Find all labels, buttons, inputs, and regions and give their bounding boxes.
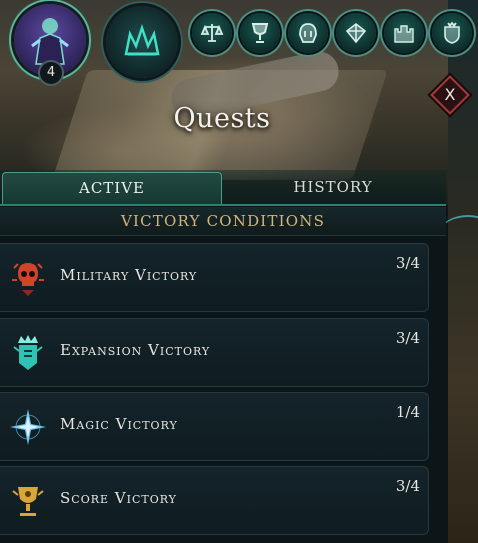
section-header: VICTORY CONDITIONS: [0, 207, 446, 236]
quest-progress: 3/4: [395, 477, 420, 495]
quest-progress: 1/4: [395, 403, 420, 421]
quest-name: Magic Victory: [60, 415, 178, 433]
chalice-icon: [251, 23, 269, 43]
helmet-icon: [299, 23, 317, 43]
quest-name: Expansion Victory: [60, 341, 211, 359]
page-title: Quests: [173, 103, 271, 134]
quest-row-score[interactable]: Score Victory 3/4: [0, 466, 429, 535]
quest-name: Military Victory: [60, 266, 198, 284]
cities-button[interactable]: [384, 13, 424, 53]
faction-emblem[interactable]: [106, 6, 178, 78]
blue-star-icon: [10, 409, 46, 445]
quest-row-expansion[interactable]: Expansion Victory 3/4: [0, 318, 429, 387]
gold-chalice-icon: [12, 487, 44, 516]
red-skull-icon: [12, 263, 44, 296]
teal-crown-banner-icon: [13, 335, 43, 370]
tab-active[interactable]: ACTIVE: [2, 172, 222, 204]
scales-icon: [200, 24, 224, 42]
tab-history[interactable]: HISTORY: [222, 172, 444, 203]
quest-row-military[interactable]: Military Victory 3/4: [0, 243, 429, 312]
level-badge: 4: [38, 60, 64, 86]
diplomacy-button[interactable]: [192, 13, 232, 53]
faction-crown-icon: [124, 24, 160, 56]
quest-row-magic[interactable]: Magic Victory 1/4: [0, 392, 429, 461]
quest-progress: 3/4: [395, 329, 420, 347]
crown-shield-icon: [444, 21, 460, 44]
gem-icon: [345, 22, 367, 44]
heroes-button[interactable]: [288, 13, 328, 53]
empire-button[interactable]: [432, 13, 472, 53]
tab-bar: ACTIVE HISTORY: [0, 170, 446, 206]
quest-progress: 3/4: [395, 254, 420, 272]
quests-button[interactable]: [240, 13, 280, 53]
castle-icon: [394, 25, 414, 43]
research-button[interactable]: [336, 13, 376, 53]
quest-name: Score Victory: [60, 489, 177, 507]
